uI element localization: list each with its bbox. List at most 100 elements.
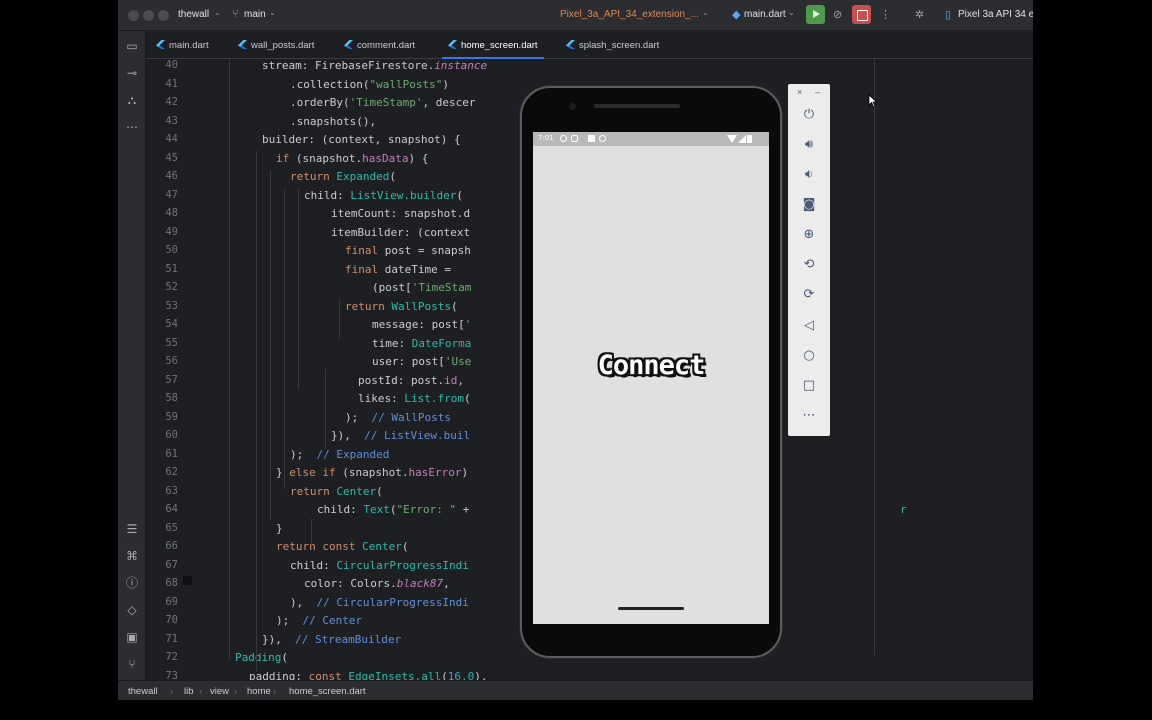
code-line[interactable]: .snapshots(), bbox=[290, 115, 376, 134]
minimize-window-button[interactable] bbox=[143, 10, 154, 21]
code-line[interactable]: (post['TimeStam bbox=[372, 281, 471, 300]
tab-home-screen-dart[interactable]: home_screen.dart bbox=[442, 31, 544, 59]
code-line[interactable]: color: Colors.black87, bbox=[304, 577, 450, 596]
line-number-gutter[interactable]: 40 41 42 43 44 45 46 47 48 49 50 51 52 5… bbox=[146, 59, 206, 682]
code-line[interactable]: .collection("wallPosts") bbox=[290, 78, 449, 97]
code-line[interactable]: return Center( bbox=[290, 485, 383, 504]
run-config-selector[interactable]: Pixel_3a_API_34_extension_... bbox=[560, 9, 698, 20]
code-line[interactable]: final dateTime = bbox=[345, 263, 451, 282]
more-tools-icon[interactable]: ⋯ bbox=[124, 119, 140, 135]
code-line[interactable]: child: Text("Error: " + bbox=[317, 503, 469, 522]
breadcrumb-project[interactable]: thewall bbox=[128, 686, 158, 697]
emulator-screen[interactable]: 7:01 Connect bbox=[533, 132, 769, 602]
code-line[interactable]: Padding( bbox=[235, 651, 288, 670]
camera-icon[interactable]: ◙ bbox=[800, 196, 818, 214]
front-camera bbox=[569, 103, 576, 110]
home-gesture-pill[interactable] bbox=[618, 607, 684, 610]
stop-button[interactable] bbox=[852, 5, 871, 24]
indent-guide bbox=[284, 189, 285, 489]
commit-icon[interactable]: ⊸ bbox=[124, 65, 140, 81]
bug-icon[interactable]: ✲ bbox=[915, 8, 924, 21]
breadcrumb-home[interactable]: home bbox=[247, 686, 271, 697]
line-number: 45 bbox=[165, 151, 178, 164]
line-number: 71 bbox=[165, 632, 178, 645]
code-line[interactable]: return Expanded( bbox=[290, 170, 396, 189]
code-line[interactable]: }), // ListView.buil bbox=[331, 429, 470, 448]
code-line[interactable]: final post = snapsh bbox=[345, 244, 471, 263]
rotate-right-icon[interactable]: ⟳ bbox=[800, 286, 818, 304]
line-number: 63 bbox=[165, 484, 178, 497]
device-selector[interactable]: Pixel 3a API 34 ex bbox=[958, 9, 1033, 20]
minimize-icon[interactable]: – bbox=[815, 87, 820, 97]
back-icon[interactable]: ◁ bbox=[800, 317, 818, 335]
code-line[interactable]: } bbox=[276, 522, 283, 541]
code-line[interactable]: itemCount: snapshot.d bbox=[331, 207, 470, 226]
code-line[interactable]: ); // Expanded bbox=[290, 448, 389, 467]
volume-up-icon[interactable]: 🔊︎ bbox=[800, 136, 818, 154]
git-icon[interactable]: ⑂ bbox=[124, 656, 140, 672]
code-line[interactable]: ), // CircularProgressIndi bbox=[290, 596, 469, 615]
todo-icon[interactable]: ☰ bbox=[124, 521, 140, 537]
left-tool-strip: ▭ ⊸ ⛬ ⋯ ☰ ⌘ ⓘ ◇ ▣ ⑂ bbox=[118, 31, 146, 680]
code-line[interactable]: postId: post.id, bbox=[358, 374, 464, 393]
breadcrumb-file[interactable]: home_screen.dart bbox=[289, 686, 366, 697]
line-number: 48 bbox=[165, 207, 178, 219]
code-line[interactable]: .orderBy('TimeStamp', descer bbox=[290, 96, 475, 115]
code-line[interactable]: }), // StreamBuilder bbox=[262, 633, 401, 652]
code-line[interactable]: time: DateForma bbox=[372, 337, 471, 356]
rotate-left-icon[interactable]: ⟲ bbox=[800, 256, 818, 274]
run-button[interactable] bbox=[806, 5, 825, 24]
zoom-icon[interactable]: ⊕ bbox=[800, 226, 818, 244]
code-line[interactable]: user: post['Use bbox=[372, 355, 471, 374]
line-number: 68 bbox=[165, 577, 178, 589]
breadcrumb-lib[interactable]: lib bbox=[184, 686, 194, 697]
overview-icon[interactable]: □ bbox=[800, 377, 818, 395]
right-margin-guide bbox=[874, 59, 875, 655]
code-line[interactable]: builder: (context, snapshot) { bbox=[262, 133, 461, 152]
project-selector[interactable]: thewall bbox=[178, 9, 209, 20]
flutter-inspector-icon[interactable]: ⌘ bbox=[124, 548, 140, 564]
code-line[interactable]: return const Center( bbox=[276, 540, 408, 559]
more-icon[interactable]: ⋮ bbox=[880, 8, 891, 21]
dart-analysis-icon[interactable]: ◇ bbox=[124, 602, 140, 618]
flutter-file-icon: ◆ bbox=[732, 9, 741, 21]
code-line[interactable]: message: post[' bbox=[372, 318, 471, 337]
emulator-controls-panel: × – ⏻ 🔊︎ 🔉︎ ◙ ⊕ ⟲ ⟳ ◁ ○ □ ⋯ bbox=[788, 84, 830, 436]
tab-comment-dart[interactable]: comment.dart bbox=[344, 31, 415, 59]
terminal-icon[interactable]: ▣ bbox=[124, 629, 140, 645]
line-number: 62 bbox=[165, 466, 178, 478]
line-number: 51 bbox=[165, 262, 178, 275]
volume-down-icon[interactable]: 🔉︎ bbox=[800, 166, 818, 184]
zoom-window-button[interactable] bbox=[158, 10, 169, 21]
code-line[interactable]: itemBuilder: (context bbox=[331, 226, 470, 245]
code-line[interactable]: child: CircularProgressIndi bbox=[290, 559, 469, 578]
close-icon[interactable]: × bbox=[797, 87, 802, 97]
power-icon[interactable]: ⏻ bbox=[800, 106, 818, 124]
line-number: 53 bbox=[165, 299, 178, 312]
folder-icon[interactable]: ▭ bbox=[124, 38, 140, 54]
structure-icon[interactable]: ⛬ bbox=[124, 92, 140, 108]
problems-icon[interactable]: ⓘ bbox=[124, 575, 140, 591]
tab-splash-screen-dart[interactable]: splash_screen.dart bbox=[566, 31, 659, 59]
debug-icon[interactable]: ⊘ bbox=[833, 8, 842, 21]
code-line[interactable]: likes: List.from( bbox=[358, 392, 471, 411]
code-line[interactable]: padding: const EdgeInsets.all(16.0), bbox=[249, 670, 487, 681]
code-line[interactable]: return WallPosts( bbox=[345, 300, 458, 319]
tab-wall-posts-dart[interactable]: wall_posts.dart bbox=[238, 31, 314, 59]
more-icon[interactable]: ⋯ bbox=[800, 407, 818, 425]
close-window-button[interactable] bbox=[128, 10, 139, 21]
line-number: 50 bbox=[165, 244, 178, 256]
line-number: 67 bbox=[165, 558, 178, 571]
code-line[interactable]: ); // WallPosts bbox=[345, 411, 451, 430]
code-line[interactable]: stream: FirebaseFirestore.instance bbox=[262, 59, 487, 78]
home-icon[interactable]: ○ bbox=[800, 347, 818, 365]
tab-main-dart[interactable]: main.dart bbox=[156, 31, 209, 59]
breadcrumb-view[interactable]: view bbox=[210, 686, 229, 697]
branch-selector[interactable]: main bbox=[244, 9, 266, 20]
code-line[interactable]: } else if (snapshot.hasError) bbox=[276, 466, 468, 485]
code-line[interactable]: if (snapshot.hasData) { bbox=[276, 152, 428, 171]
line-number: 43 bbox=[165, 114, 178, 127]
code-line[interactable]: child: ListView.builder( bbox=[304, 189, 463, 208]
code-line[interactable]: ); // Center bbox=[276, 614, 362, 633]
run-file-selector[interactable]: main.dart bbox=[744, 9, 786, 20]
